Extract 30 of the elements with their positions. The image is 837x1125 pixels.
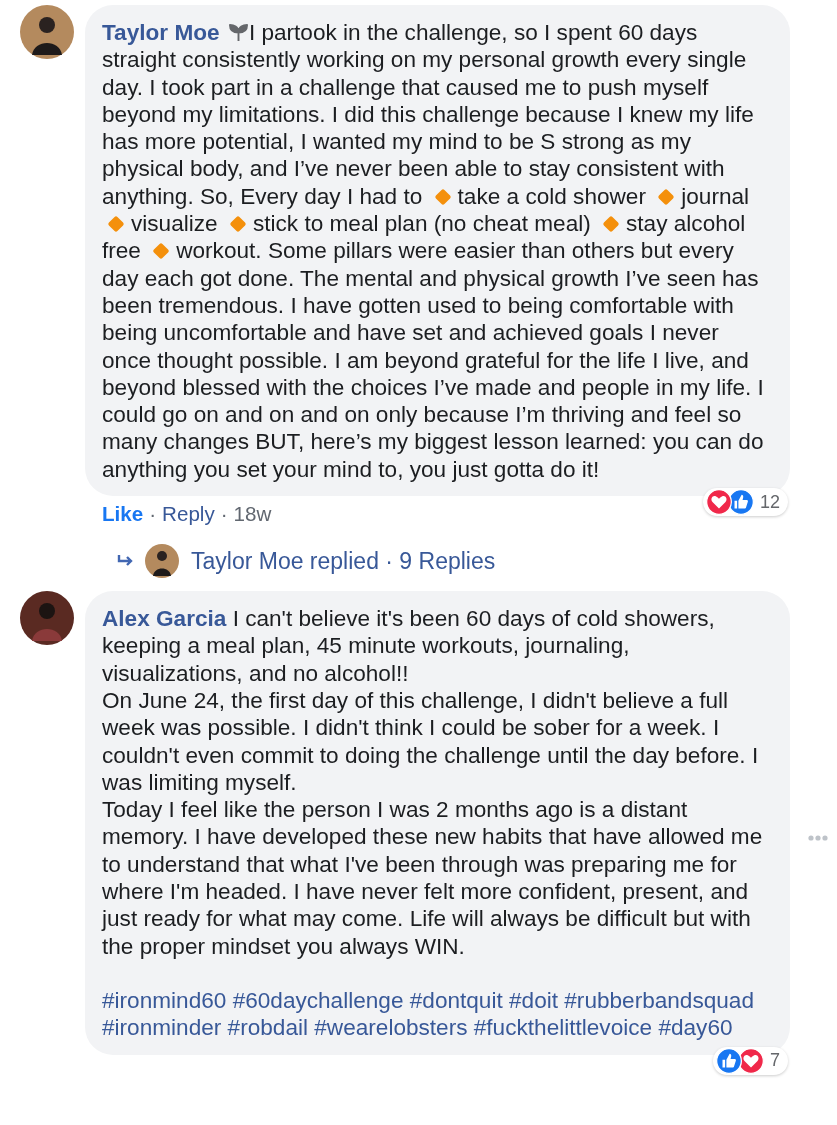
hashtag-link[interactable]: #day60 bbox=[658, 1015, 733, 1041]
comment-text: Today I feel like the person I was 2 months ago is a distant memory. I have developed these new habits that have allowed me to understand that what I've been through was preparing me for where I'm headed. I have never felt more confident, present, and just ready for what may come. Life will always be difficult but with the proper mindset you always WIN. bbox=[102, 796, 764, 960]
hashtag-link[interactable]: #rubberbandsquad bbox=[564, 987, 754, 1013]
thumbs-up-icon bbox=[727, 489, 754, 516]
reply-link[interactable]: Reply bbox=[162, 502, 215, 527]
avatar bbox=[145, 544, 179, 579]
sprout-icon bbox=[228, 23, 248, 42]
hashtag-link[interactable]: #dontquit bbox=[409, 987, 503, 1013]
author-link[interactable]: Alex Garcia bbox=[102, 606, 227, 632]
like-link[interactable]: Like bbox=[102, 502, 144, 527]
comment-text: Taylor Moe I partook in the challenge, so I spent 60 days straight consistently working on my personal growth every single day. I took part in a challenge that caused me to push myself beyond my limitations. I did this challenge because I knew my life has more potential, I wanted my mind to be S strong as my physical body, and I’ve never been able to stay consistent with anything. So, Every day I had to take a cold shower journal visualize stick to meal plan (no cheat meal) stay alcohol free workout. Some pillars were easier than others but every day each got done. The mental and physical growth I’ve seen has been tremendous. I have gotten used to being comfortable with being uncomfortable and have set and achieved goals I never once thought possible. I am beyond grateful for the life I live, and beyond blessed with the choices I’ve made and people in my life. I could go on and on and on only because I’m thriving and feel so many changes BUT, here’s my biggest lesson learned: you can do anything you set your mind to, you just gotta do it! bbox=[102, 19, 765, 484]
author-link[interactable]: Taylor Moe bbox=[102, 20, 220, 45]
hashtag-link[interactable]: #wearelobsters bbox=[314, 1015, 468, 1041]
avatar[interactable] bbox=[20, 591, 74, 646]
replies-link[interactable]: Taylor Moe replied · 9 Replies bbox=[191, 547, 496, 575]
reaction-summary[interactable]: 12 bbox=[702, 488, 788, 517]
separator-dot: · bbox=[149, 502, 157, 527]
avatar[interactable] bbox=[20, 5, 74, 59]
comment-text: On June 24, the first day of this challenge, I didn't believe a full week was possible. I didn't think I could be sober for a week. I couldn't even commit to doing the challenge until the day before. I was limiting myself. bbox=[102, 686, 760, 797]
hashtag-link[interactable]: #fuckthelittlevoice bbox=[473, 1015, 653, 1041]
timestamp: 18w bbox=[233, 502, 272, 527]
comment-text: Alex Garcia I can't believe it's been 60 days of cold showers, keeping a meal plan, 45 minute workouts, journaling, visualizations, and no alcohol!! bbox=[102, 605, 716, 687]
separator-dot: · bbox=[220, 502, 228, 527]
hashtag-link[interactable]: #ironmind60 bbox=[102, 987, 227, 1013]
thumbs-up-icon bbox=[716, 1047, 742, 1074]
hashtag-link[interactable]: #robdail bbox=[227, 1015, 308, 1041]
hashtag-link[interactable]: #ironminder bbox=[102, 1015, 222, 1041]
reaction-summary[interactable]: 7 bbox=[713, 1046, 788, 1075]
hashtag-link[interactable]: #60daychallenge bbox=[232, 987, 404, 1013]
hashtag-link[interactable]: #doit bbox=[509, 987, 558, 1013]
